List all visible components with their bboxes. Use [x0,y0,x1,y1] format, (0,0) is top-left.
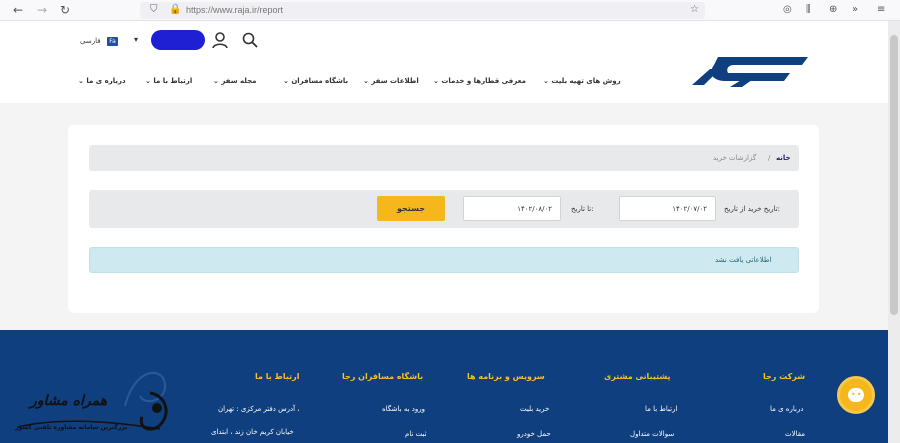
breadcrumb-current: گزارشات خرید [713,154,757,162]
menu-item-about-us[interactable]: ⌄ درباره ی ما [78,74,126,88]
breadcrumb-home-link[interactable]: خانه [776,153,791,163]
watermark-subtitle: بزرگترین سامانه مشاوره تلفنی کشور [15,424,128,431]
footer-heading-contact: ارتباط با ما [255,372,300,381]
breadcrumb-separator: / [768,154,771,162]
footer-link-buy-ticket[interactable]: خرید بلیت [520,404,549,414]
menu-item-ticket-methods[interactable]: ⌄ روش های تهیه بلیت [543,74,621,88]
menu-item-trains-services[interactable]: ⌄ معرفی قطارها و خدمات [433,74,526,88]
footer-link-car-transport[interactable]: حمل خودرو [517,429,551,439]
menu-hamburger-icon[interactable]: ≡ [877,3,885,17]
language-label[interactable]: فارسی [80,36,101,46]
footer-link-register[interactable]: ثبت نام [405,429,427,439]
no-results-alert [89,247,799,273]
raja-logo[interactable] [690,55,810,89]
back-arrow-icon[interactable]: ← [10,2,26,18]
to-date-label: تا تاریخ: [571,205,594,213]
sync-account-icon[interactable]: ⊕ [829,3,837,17]
language-flag-badge[interactable]: Fa [107,37,118,46]
user-icon[interactable] [210,30,230,50]
library-icon[interactable]: ⫼ [806,3,811,17]
chat-support-button[interactable]: ••• [837,376,875,414]
pocket-icon[interactable]: ◎ [783,3,792,17]
footer-address-line-2: خیابان کریم خان زند ، ابتدای [211,428,294,436]
footer-heading-club: باشگاه مسافران رجا [342,372,424,381]
footer-link-articles[interactable]: مقالات [785,429,805,439]
scrollbar-thumb[interactable] [890,35,898,315]
footer-link-about[interactable]: درباره ی ما [770,404,803,414]
search-icon[interactable] [240,30,260,50]
footer-address-line-1: آدرس دفتر مرکزی : تهران ، [218,405,300,413]
search-button[interactable]: جستجو [377,196,445,221]
reload-icon[interactable]: ↻ [57,2,73,18]
menu-item-contact-us[interactable]: ⌄ ارتباط با ما [145,74,192,88]
redacted-user-name [151,30,205,50]
forward-arrow-icon[interactable]: → [34,2,50,18]
to-date-input[interactable] [463,196,561,221]
url-text[interactable]: https://www.raja.ir/report [186,3,283,17]
footer-heading-company: شرکت رجا [763,372,806,381]
lock-icon[interactable]: 🔒 [169,3,181,17]
menu-item-travel-info[interactable]: ⌄ اطلاعات سفر [363,74,419,88]
footer-link-faq[interactable]: سوالات متداول [630,429,674,439]
alert-message: اطلاعاتی یافت نشد [715,256,772,264]
footer-link-club-login[interactable]: ورود به باشگاه [382,404,425,414]
browser-toolbar: ← → ↻ ⛉ 🔒 https://www.raja.ir/report ☆ ◎… [0,0,900,21]
from-date-label: تاریخ خرید از تاریخ: [724,205,781,213]
main-menu: ⌄ روش های تهیه بلیت ⌄ معرفی قطارها و خدم… [78,74,638,88]
watermark-logo [17,391,168,431]
breadcrumb [89,145,799,171]
chat-dots-icon: ••• [851,390,869,399]
bookmark-star-icon[interactable]: ☆ [690,3,699,17]
footer-heading-support: پشتیبانی مشتری [604,372,671,381]
menu-item-passenger-club[interactable]: ⌄ باشگاه مسافران [283,74,348,88]
extensions-icon[interactable]: » [852,3,858,17]
menu-item-travel-magazine[interactable]: ⌄ مجله سفر [213,74,257,88]
footer-link-contact[interactable]: ارتباط با ما [645,404,677,414]
shield-icon[interactable]: ⛉ [150,3,158,17]
from-date-input[interactable] [619,196,716,221]
footer-heading-services: سرویس و برنامه ها [467,372,545,381]
chevron-down-icon[interactable]: ▾ [134,35,138,45]
watermark-title: همراه مشاور [30,393,108,409]
